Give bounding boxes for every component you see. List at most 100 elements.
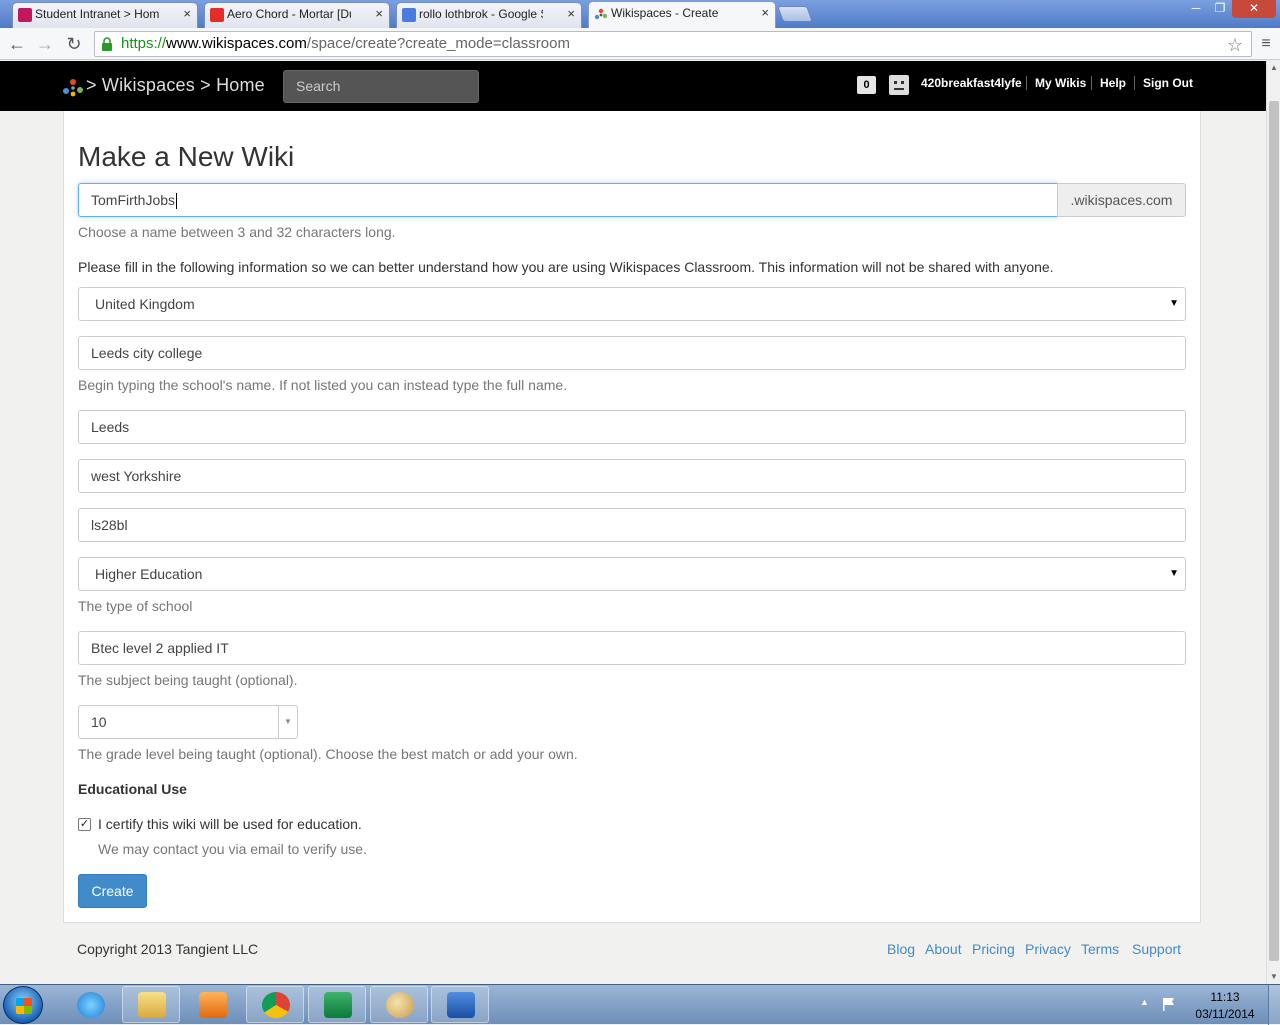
maximize-window-button[interactable]: ❐ (1208, 0, 1232, 18)
close-window-button[interactable]: ✕ (1232, 0, 1276, 18)
school-type-select[interactable]: Higher Education ▼ (78, 557, 1186, 591)
country-select[interactable]: United Kingdom ▼ (78, 287, 1186, 321)
youtube-favicon-icon (210, 8, 224, 22)
postcode-input[interactable]: ls28bl (78, 508, 1186, 542)
footer-link-support[interactable]: Support (1132, 941, 1181, 957)
avatar[interactable] (889, 75, 909, 95)
word-icon (447, 992, 475, 1018)
browser-toolbar: ← → ↻ https://www.wikispaces.com/space/c… (0, 28, 1280, 60)
wikispaces-logo-icon[interactable] (62, 78, 84, 98)
text-cursor (176, 193, 178, 210)
wiki-name-help: Choose a name between 3 and 32 character… (78, 224, 396, 240)
info-text: Please fill in the following information… (78, 259, 1054, 275)
close-icon[interactable]: × (761, 2, 769, 24)
region-input[interactable]: west Yorkshire (78, 459, 1186, 493)
grade-value: 10 (91, 714, 107, 730)
footer-link-pricing[interactable]: Pricing (972, 941, 1015, 957)
intranet-favicon-icon (18, 8, 32, 22)
scroll-up-arrow-icon[interactable]: ▲ (1267, 61, 1280, 75)
footer-link-terms[interactable]: Terms (1081, 941, 1119, 957)
paint-palette-icon (386, 992, 414, 1018)
minimize-window-button[interactable]: ─ (1184, 0, 1208, 18)
media-player-icon (199, 992, 227, 1018)
create-button[interactable]: Create (78, 874, 147, 908)
tab-aero-chord[interactable]: Aero Chord - Mortar [Dub × (204, 2, 390, 28)
show-desktop-button[interactable] (1268, 985, 1280, 1025)
header-divider (1134, 76, 1135, 90)
taskbar-paint[interactable] (370, 986, 428, 1023)
publisher-icon (324, 992, 352, 1018)
page-scrollbar[interactable]: ▲ ▼ (1266, 61, 1280, 984)
educational-use-checkbox[interactable]: ✓ (78, 818, 91, 831)
taskbar-publisher[interactable] (308, 986, 366, 1023)
breadcrumb-home[interactable]: Home (216, 75, 265, 95)
menu-icon[interactable]: ≡ (1256, 34, 1276, 54)
windows-logo-icon (16, 998, 32, 1014)
show-hidden-icons-icon[interactable]: ▲ (1140, 997, 1149, 1007)
reload-icon[interactable]: ↻ (63, 33, 85, 55)
domain-suffix: .wikispaces.com (1057, 183, 1186, 217)
school-name-value: Leeds city college (91, 345, 203, 361)
windows-taskbar: ▲ 11:13 03/11/2014 (0, 984, 1280, 1025)
clock-time[interactable]: 11:13 (1190, 990, 1260, 1004)
folder-icon (138, 992, 166, 1018)
forward-arrow-icon[interactable]: → (34, 33, 56, 55)
help-link[interactable]: Help (1100, 76, 1126, 90)
site-header: > Wikispaces > Home Search 0 420breakfas… (0, 61, 1266, 111)
close-icon[interactable]: × (375, 3, 383, 25)
start-button[interactable] (3, 986, 43, 1024)
region-value: west Yorkshire (91, 468, 182, 484)
taskbar-chrome[interactable] (246, 986, 304, 1023)
address-bar[interactable]: https://www.wikispaces.com/space/create?… (94, 31, 1252, 57)
url-scheme: https:// (121, 35, 167, 52)
wiki-name-value: TomFirthJobs (91, 192, 176, 208)
subject-input[interactable]: Btec level 2 applied IT (78, 631, 1186, 665)
chevron-down-icon: ▼ (1169, 298, 1179, 309)
wikispaces-favicon-icon (594, 7, 608, 21)
city-input[interactable]: Leeds (78, 410, 1186, 444)
action-center-flag-icon[interactable] (1162, 997, 1176, 1011)
close-icon[interactable]: × (567, 3, 575, 25)
footer-link-privacy[interactable]: Privacy (1025, 941, 1071, 957)
grade-combobox[interactable]: 10 ▼ (78, 705, 298, 739)
taskbar-internet-explorer[interactable] (61, 986, 119, 1023)
breadcrumb: > Wikispaces > Home (86, 75, 265, 96)
tab-title: Wikispaces - Create (611, 6, 719, 20)
footer-link-blog[interactable]: Blog (887, 941, 915, 957)
wiki-name-input[interactable]: TomFirthJobs (78, 183, 1058, 217)
url-host: www.wikispaces.com (166, 35, 307, 52)
clock-date[interactable]: 03/11/2014 (1190, 1007, 1260, 1021)
scroll-down-arrow-icon[interactable]: ▼ (1267, 970, 1280, 984)
educational-use-label[interactable]: I certify this wiki will be used for edu… (98, 816, 362, 832)
site-search-input[interactable]: Search (283, 70, 479, 103)
subject-help: The subject being taught (optional). (78, 672, 298, 688)
school-help: Begin typing the school's name. If not l… (78, 377, 568, 393)
footer-link-about[interactable]: About (925, 941, 962, 957)
sign-out-link[interactable]: Sign Out (1143, 76, 1193, 90)
copyright-text: Copyright 2013 Tangient LLC (77, 941, 259, 957)
taskbar-word[interactable] (431, 986, 489, 1023)
tab-wikispaces-create[interactable]: Wikispaces - Create × (588, 1, 776, 29)
taskbar-media-player[interactable] (183, 986, 241, 1023)
tab-google-search[interactable]: rollo lothbrok - Google Se × (396, 2, 582, 28)
postcode-value: ls28bl (91, 517, 128, 533)
internet-explorer-icon (77, 992, 105, 1018)
new-tab-button[interactable] (777, 6, 813, 22)
notification-count-badge[interactable]: 0 (857, 76, 876, 94)
close-icon[interactable]: × (183, 3, 191, 25)
school-name-input[interactable]: Leeds city college (78, 336, 1186, 370)
breadcrumb-wikispaces[interactable]: Wikispaces (102, 75, 195, 95)
breadcrumb-separator: > (86, 75, 97, 95)
my-wikis-link[interactable]: My Wikis (1035, 76, 1086, 90)
tab-student-intranet[interactable]: Student Intranet > Homep × (12, 2, 198, 28)
subject-value: Btec level 2 applied IT (91, 640, 229, 656)
chevron-down-icon[interactable]: ▼ (278, 706, 297, 738)
username-link[interactable]: 420breakfast4lyfe (921, 76, 1022, 90)
scroll-thumb[interactable] (1269, 101, 1279, 961)
city-value: Leeds (91, 419, 130, 435)
educational-use-heading: Educational Use (78, 781, 187, 797)
taskbar-file-explorer[interactable] (122, 986, 180, 1023)
star-icon[interactable]: ☆ (1227, 33, 1243, 57)
header-divider (1091, 76, 1092, 90)
back-arrow-icon[interactable]: ← (6, 33, 28, 55)
